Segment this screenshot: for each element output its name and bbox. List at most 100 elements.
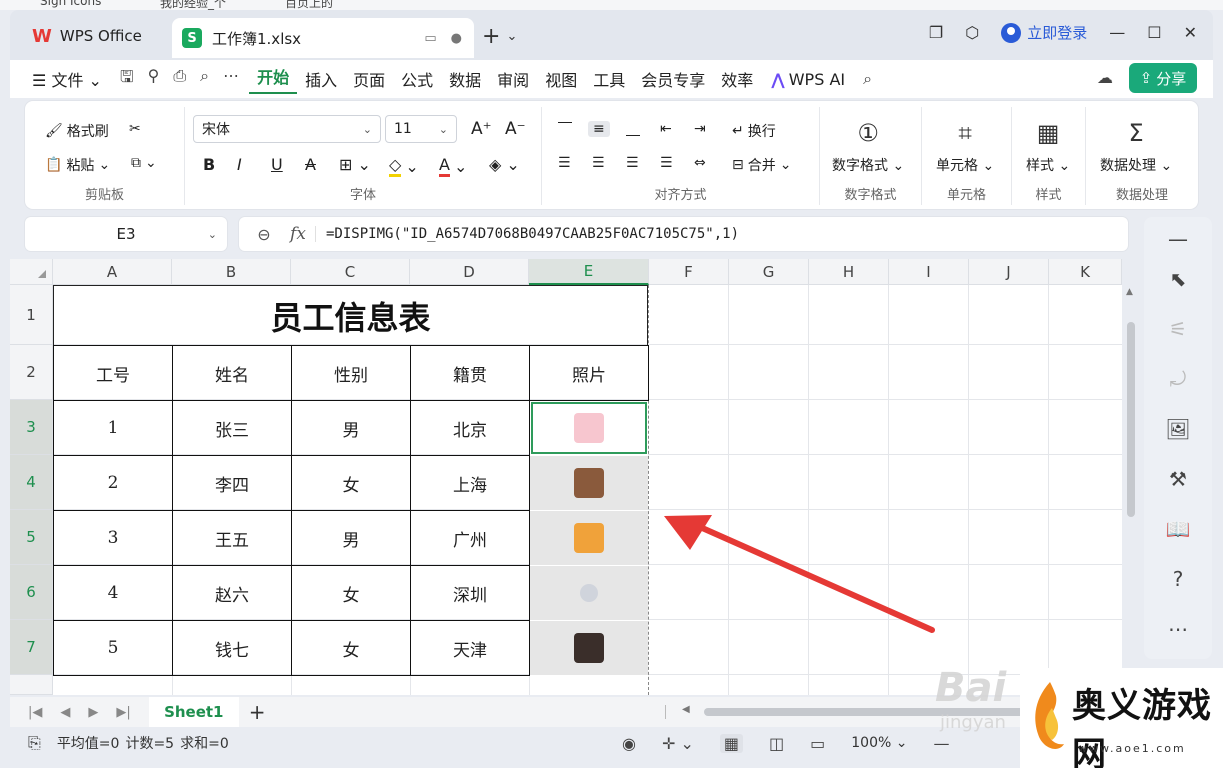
row-header-4[interactable]: 4 bbox=[10, 455, 53, 510]
share-button[interactable]: ⇪ 分享 bbox=[1129, 63, 1197, 93]
window-layout-icon[interactable]: ❐ bbox=[929, 23, 943, 42]
align-bottom-icon[interactable]: ⎽ bbox=[626, 121, 640, 137]
more-icon[interactable]: ⋯ bbox=[223, 66, 239, 93]
menu-file[interactable]: ☰ 文件 ⌄ bbox=[10, 67, 110, 91]
table-cell[interactable]: 深圳 bbox=[410, 565, 530, 621]
font-size-select[interactable]: 11 ⌄ bbox=[385, 115, 457, 143]
photo-cell[interactable] bbox=[530, 621, 648, 675]
row-header-8[interactable] bbox=[10, 675, 53, 695]
col-header-g[interactable]: G bbox=[729, 259, 809, 285]
clear-format-icon[interactable]: ◈ ⌄ bbox=[489, 155, 520, 174]
worksheet-grid[interactable]: A B C D E F G H I J K 1 2 3 4 5 6 7 员工信息… bbox=[10, 259, 1122, 695]
col-header-h[interactable]: H bbox=[809, 259, 889, 285]
align-middle-icon[interactable]: ≡ bbox=[588, 121, 610, 137]
vertical-scrollbar[interactable]: ▲ bbox=[1124, 287, 1138, 679]
select-cursor-icon[interactable]: ⬉ bbox=[1144, 267, 1212, 291]
col-header-j[interactable]: J bbox=[969, 259, 1049, 285]
zoom-icon[interactable]: ⊖ bbox=[247, 225, 281, 244]
bookmark-item[interactable]: 我的经验_个 bbox=[160, 0, 226, 10]
login-button[interactable]: 立即登录 bbox=[1001, 22, 1087, 43]
menu-page[interactable]: 页面 bbox=[345, 67, 393, 91]
italic-icon[interactable]: I bbox=[237, 155, 242, 174]
zoom-level[interactable]: 100% ⌄ bbox=[851, 735, 907, 751]
scroll-left-icon[interactable]: ◀ bbox=[682, 704, 690, 715]
photo-thumbnail[interactable] bbox=[574, 523, 604, 553]
page-layout-view-icon[interactable]: ▭ bbox=[810, 734, 825, 753]
menu-view[interactable]: 视图 bbox=[537, 67, 585, 91]
chevron-down-icon[interactable]: ⌄ bbox=[506, 29, 517, 44]
table-cell[interactable]: 男 bbox=[291, 510, 411, 566]
save-icon[interactable]: 🖫 bbox=[120, 66, 134, 93]
photo-thumbnail[interactable] bbox=[574, 413, 604, 443]
decrease-font-icon[interactable]: A⁻ bbox=[505, 119, 526, 139]
transform-icon[interactable]: ⤾ bbox=[1144, 367, 1212, 391]
col-header-d[interactable]: D bbox=[410, 259, 529, 285]
decrease-indent-icon[interactable]: ⇤ bbox=[660, 121, 672, 137]
search-icon[interactable]: ⌕ bbox=[855, 69, 880, 89]
underline-icon[interactable]: U bbox=[271, 155, 283, 174]
tab-workbook[interactable]: S 工作簿1.xlsx ▭ ● bbox=[172, 18, 474, 58]
row-header-1[interactable]: 1 bbox=[10, 285, 53, 345]
strikethrough-icon[interactable]: A bbox=[305, 155, 316, 174]
header-cell[interactable]: 工号 bbox=[53, 345, 173, 401]
prev-sheet-icon[interactable]: ◀ bbox=[60, 705, 70, 720]
cut-icon[interactable]: ✂ bbox=[129, 121, 141, 137]
macro-icon[interactable]: ⎘ bbox=[28, 733, 41, 753]
sheet-tab-sheet1[interactable]: Sheet1 bbox=[148, 697, 239, 727]
photo-cell[interactable] bbox=[530, 511, 648, 565]
increase-font-icon[interactable]: A⁺ bbox=[471, 119, 492, 139]
collapse-icon[interactable]: — bbox=[1144, 227, 1212, 251]
border-icon[interactable]: ⊞ ⌄ bbox=[339, 155, 371, 174]
col-header-e[interactable]: E bbox=[529, 259, 649, 285]
select-all-corner[interactable] bbox=[10, 259, 53, 285]
help-icon[interactable]: ? bbox=[1144, 567, 1212, 591]
col-header-f[interactable]: F bbox=[649, 259, 729, 285]
bold-icon[interactable]: B bbox=[203, 155, 215, 174]
image-tool-icon[interactable]: 🖼 bbox=[1144, 417, 1212, 441]
more-options-icon[interactable]: ⋯ bbox=[1144, 617, 1212, 641]
align-top-icon[interactable]: ⎺ bbox=[558, 121, 572, 137]
photo-cell[interactable] bbox=[530, 456, 648, 510]
row-header-7[interactable]: 7 bbox=[10, 620, 53, 675]
splitter[interactable] bbox=[665, 705, 666, 719]
scrollbar-thumb[interactable] bbox=[1127, 322, 1135, 517]
row-header-5[interactable]: 5 bbox=[10, 510, 53, 565]
col-header-i[interactable]: I bbox=[889, 259, 969, 285]
copy-button[interactable]: ⧉ ⌄ bbox=[131, 155, 157, 171]
align-right-icon[interactable]: ☰ bbox=[626, 155, 639, 171]
name-box[interactable]: E3 ⌄ bbox=[25, 217, 227, 251]
data-processing-button[interactable]: Σ 数据处理 ⌄ bbox=[1100, 119, 1172, 175]
print-icon[interactable]: ⎙ bbox=[173, 66, 186, 93]
wrap-text-button[interactable]: ↵ 换行 bbox=[732, 121, 776, 141]
table-cell[interactable]: 钱七 bbox=[172, 620, 292, 676]
toolkit-icon[interactable]: ⚒ bbox=[1144, 467, 1212, 491]
bookmark-item[interactable]: Sign Icons bbox=[40, 0, 101, 8]
zoom-out-icon[interactable]: — bbox=[933, 734, 949, 753]
col-header-k[interactable]: K bbox=[1049, 259, 1122, 285]
link-icon[interactable]: ⚲ bbox=[148, 66, 160, 93]
table-cell[interactable]: 1 bbox=[53, 400, 173, 456]
menu-review[interactable]: 审阅 bbox=[489, 67, 537, 91]
menu-efficiency[interactable]: 效率 bbox=[713, 67, 761, 91]
tab-wps-office[interactable]: W WPS Office bbox=[18, 18, 168, 54]
style-button[interactable]: ▦ 样式 ⌄ bbox=[1026, 119, 1070, 175]
crosshair-icon[interactable]: ✛ ⌄ bbox=[662, 734, 694, 753]
col-header-b[interactable]: B bbox=[172, 259, 291, 285]
row-header-2[interactable]: 2 bbox=[10, 345, 53, 400]
number-format-button[interactable]: ① 数字格式 ⌄ bbox=[832, 119, 904, 175]
table-cell[interactable]: 天津 bbox=[410, 620, 530, 676]
monitor-icon[interactable]: ▭ bbox=[424, 31, 436, 46]
header-cell[interactable]: 姓名 bbox=[172, 345, 292, 401]
table-cell[interactable]: 广州 bbox=[410, 510, 530, 566]
paste-button[interactable]: 📋 粘贴 ⌄ bbox=[45, 155, 110, 175]
table-cell[interactable]: 女 bbox=[291, 565, 411, 621]
next-sheet-icon[interactable]: ▶ bbox=[88, 705, 98, 720]
photo-cell-selected[interactable] bbox=[530, 401, 648, 455]
merge-button[interactable]: ⊟ 合并 ⌄ bbox=[732, 155, 791, 175]
fill-color-icon[interactable]: ◇ ⌄ bbox=[389, 155, 419, 177]
add-sheet-button[interactable]: + bbox=[249, 700, 266, 724]
page-break-view-icon[interactable]: ◫ bbox=[769, 734, 784, 753]
table-cell[interactable]: 王五 bbox=[172, 510, 292, 566]
cell-button[interactable]: ⌗ 单元格 ⌄ bbox=[936, 119, 994, 175]
new-tab-button[interactable]: + ⌄ bbox=[482, 24, 517, 49]
